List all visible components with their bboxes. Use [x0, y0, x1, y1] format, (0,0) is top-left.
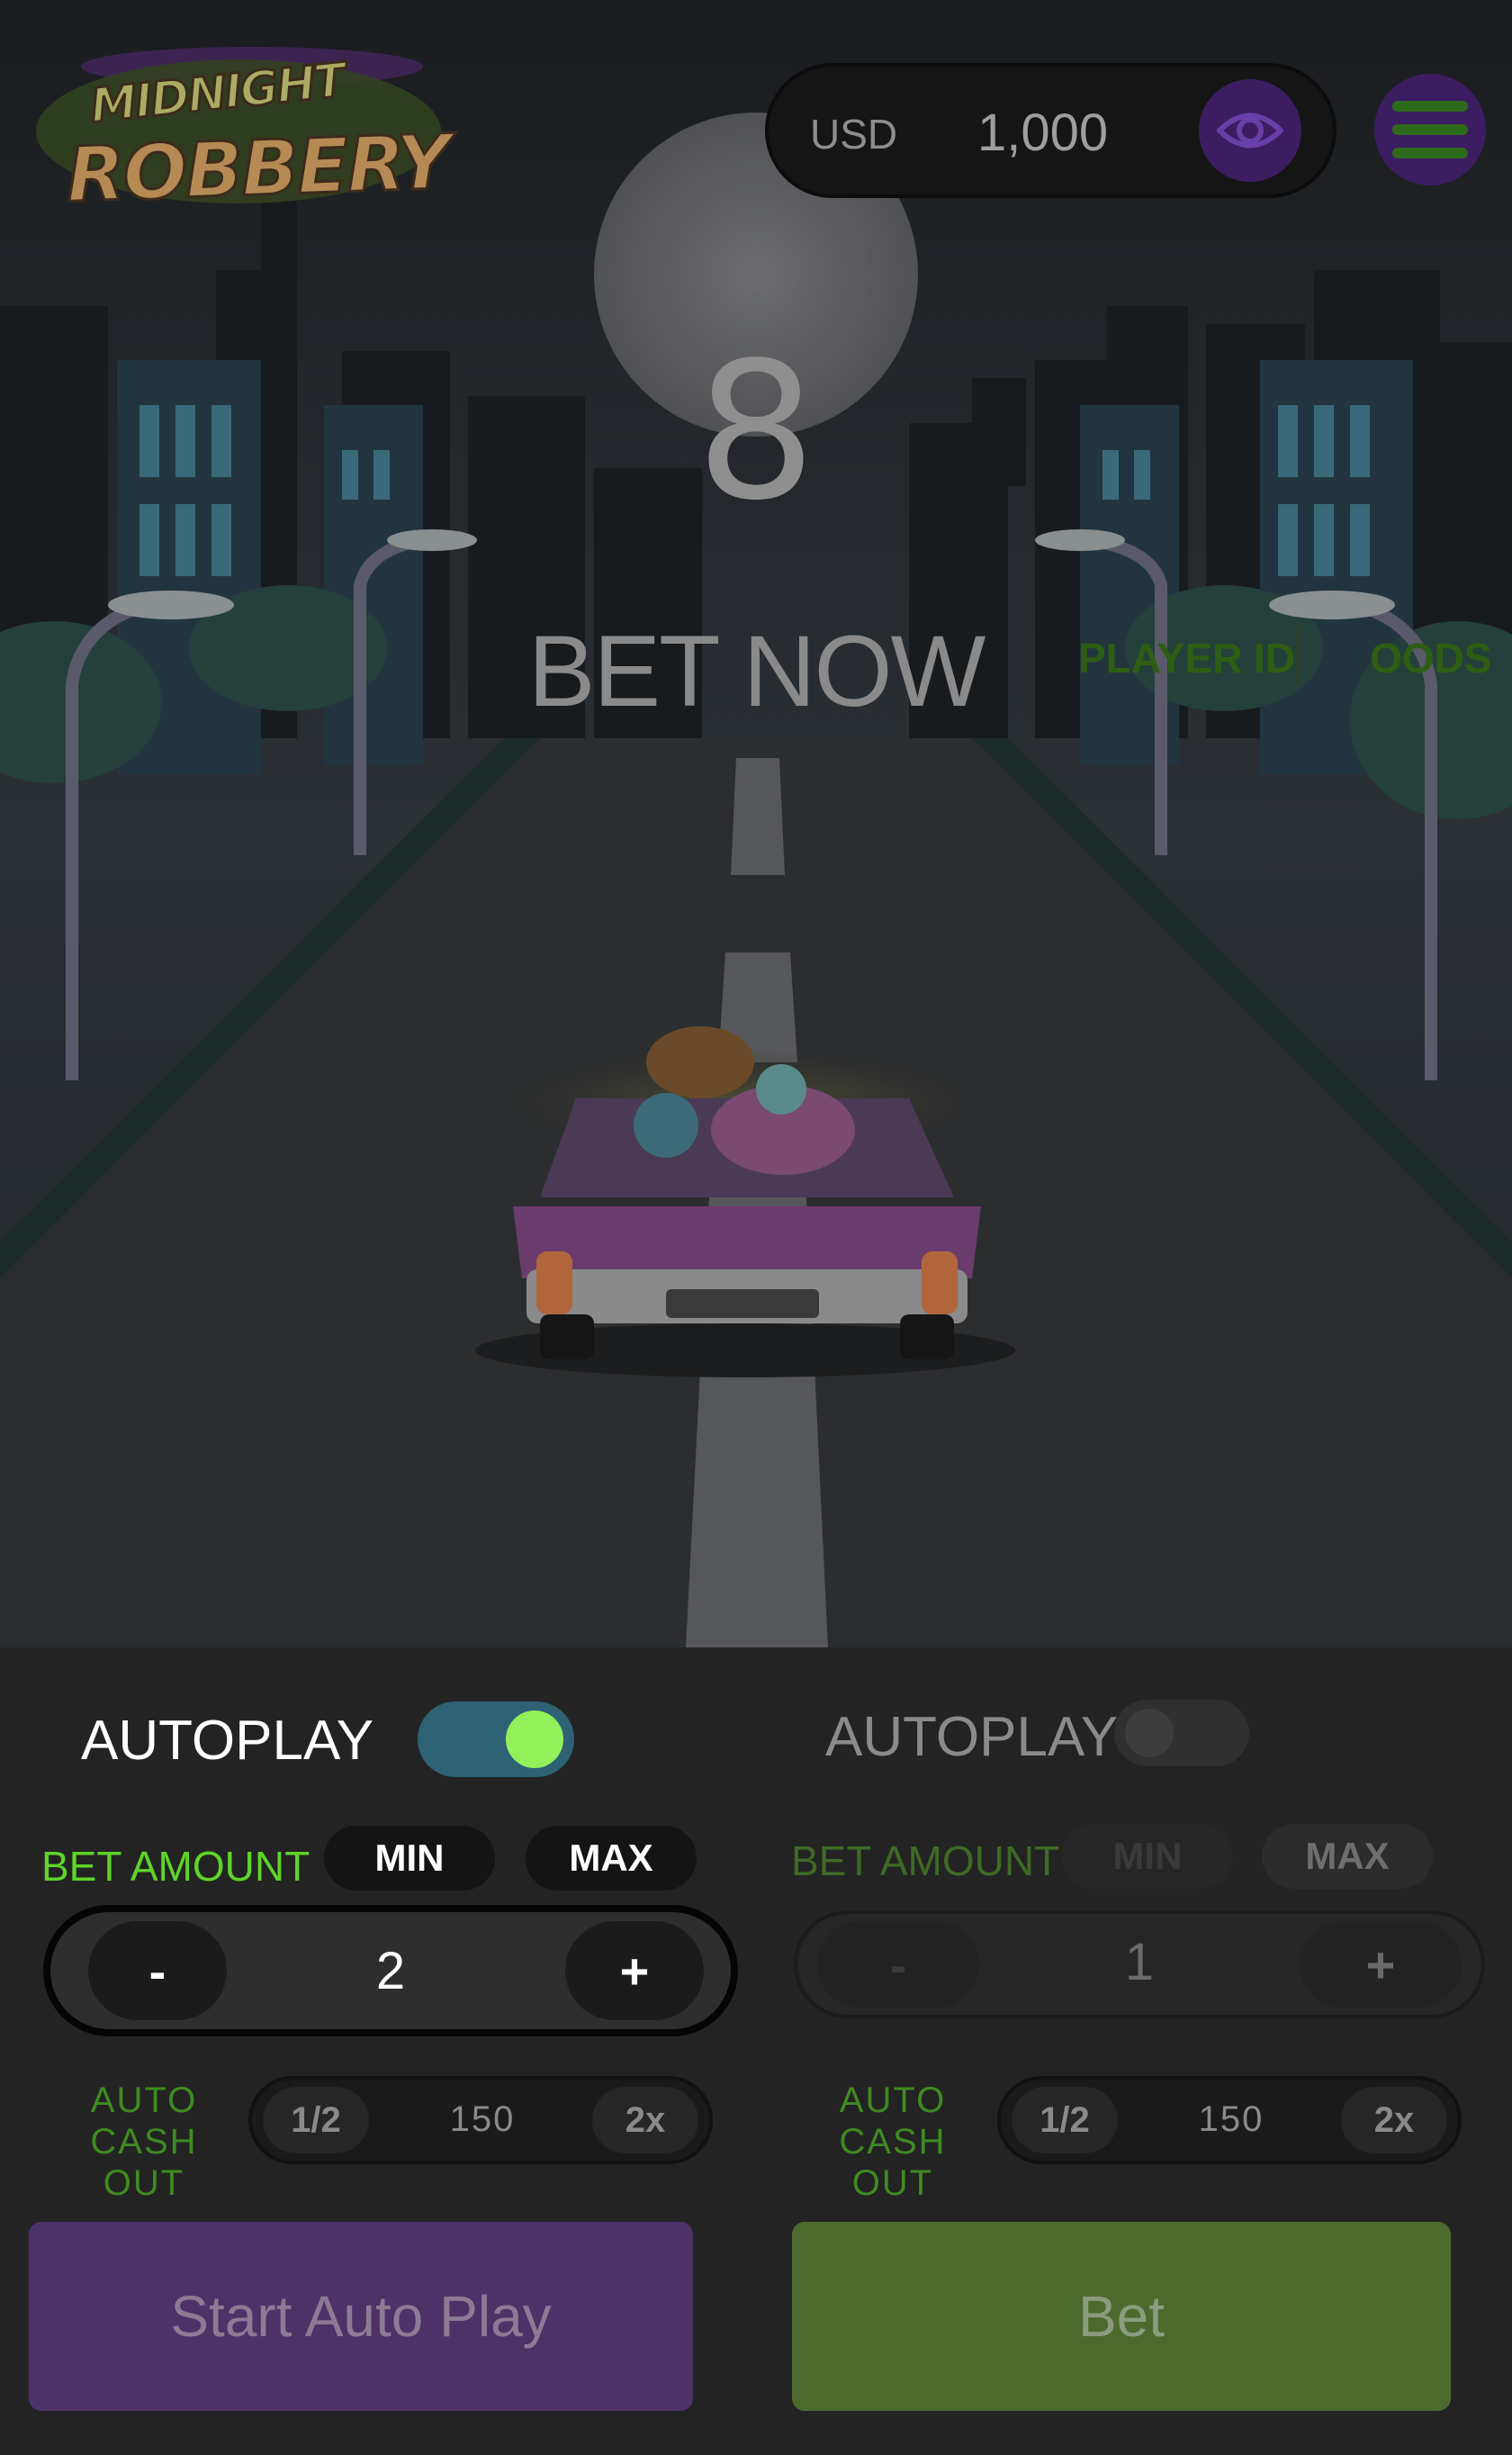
- bet-amount-label-2: BET AMOUNT: [791, 1837, 1060, 1884]
- logo-word-robbery: ROBBERY: [64, 116, 452, 221]
- auto-cash-out-control-2: 1/2 150 2x: [997, 2076, 1462, 2164]
- auto-cash-out-line2: CASH OUT: [839, 2122, 947, 2203]
- hamburger-menu-icon: [1392, 101, 1468, 158]
- increase-bet-button-2[interactable]: +: [1300, 1921, 1462, 2008]
- start-auto-play-button[interactable]: Start Auto Play: [29, 2222, 693, 2411]
- menu-button[interactable]: [1374, 74, 1486, 185]
- auto-cash-out-value-1[interactable]: 150: [419, 2099, 545, 2140]
- round-status-text: BET NOW: [527, 615, 986, 727]
- tab-odds[interactable]: OODS: [1370, 634, 1491, 682]
- auto-cash-out-line2: CASH OUT: [90, 2122, 198, 2203]
- auto-cash-out-line1: AUTO: [839, 2080, 947, 2120]
- autoplay-toggle-2[interactable]: [1114, 1700, 1249, 1766]
- min-bet-button-2[interactable]: MIN: [1062, 1824, 1233, 1889]
- countdown-timer: 8: [696, 321, 816, 542]
- tab-divider: [1296, 627, 1299, 684]
- night-city-road-illustration: [0, 0, 1512, 1647]
- currency-label: USD: [810, 111, 898, 158]
- bet-amount-label-1: BET AMOUNT: [41, 1843, 310, 1890]
- auto-cash-out-value-2[interactable]: 150: [1168, 2099, 1294, 2140]
- game-logo: MIDNIGHT ROBBERY: [27, 32, 452, 221]
- bet-amount-stepper-1: - 2 +: [43, 1905, 738, 2036]
- toggle-balance-visibility-button[interactable]: [1199, 79, 1301, 182]
- half-cash-out-button-2[interactable]: 1/2: [1012, 2087, 1118, 2153]
- decrease-bet-button-1[interactable]: -: [88, 1921, 227, 2020]
- auto-cash-out-label-1: AUTO CASH OUT: [45, 2080, 243, 2204]
- autoplay-toggle-1[interactable]: [418, 1701, 574, 1777]
- min-bet-button-1[interactable]: MIN: [324, 1826, 495, 1891]
- bet-amount-value-2[interactable]: 1: [1067, 1932, 1211, 1992]
- max-bet-button-2[interactable]: MAX: [1262, 1824, 1433, 1889]
- balance-amount: 1,000: [977, 104, 1109, 162]
- bet-amount-value-1[interactable]: 2: [320, 1941, 461, 2001]
- tab-player-id[interactable]: PLAYER ID: [1078, 634, 1295, 682]
- double-cash-out-button-1[interactable]: 2x: [592, 2087, 698, 2153]
- auto-cash-out-line1: AUTO: [90, 2080, 198, 2120]
- autoplay-label-2: AUTOPLAY: [825, 1706, 1119, 1768]
- toggle-knob: [506, 1710, 563, 1768]
- autoplay-label-1: AUTOPLAY: [81, 1710, 374, 1772]
- half-cash-out-button-1[interactable]: 1/2: [263, 2087, 369, 2153]
- double-cash-out-button-2[interactable]: 2x: [1341, 2087, 1447, 2153]
- auto-cash-out-control-1: 1/2 150 2x: [248, 2076, 713, 2164]
- balance-display: USD 1,000: [765, 63, 1336, 198]
- bet-button[interactable]: Bet: [792, 2222, 1451, 2411]
- bet-amount-stepper-2: - 1 +: [794, 1910, 1485, 2018]
- game-scene: [0, 0, 1512, 1647]
- decrease-bet-button-2[interactable]: -: [817, 1921, 979, 2008]
- max-bet-button-1[interactable]: MAX: [526, 1826, 697, 1891]
- increase-bet-button-1[interactable]: +: [565, 1921, 704, 2020]
- eye-icon: [1217, 113, 1283, 149]
- auto-cash-out-label-2: AUTO CASH OUT: [794, 2080, 992, 2204]
- toggle-knob: [1125, 1709, 1174, 1757]
